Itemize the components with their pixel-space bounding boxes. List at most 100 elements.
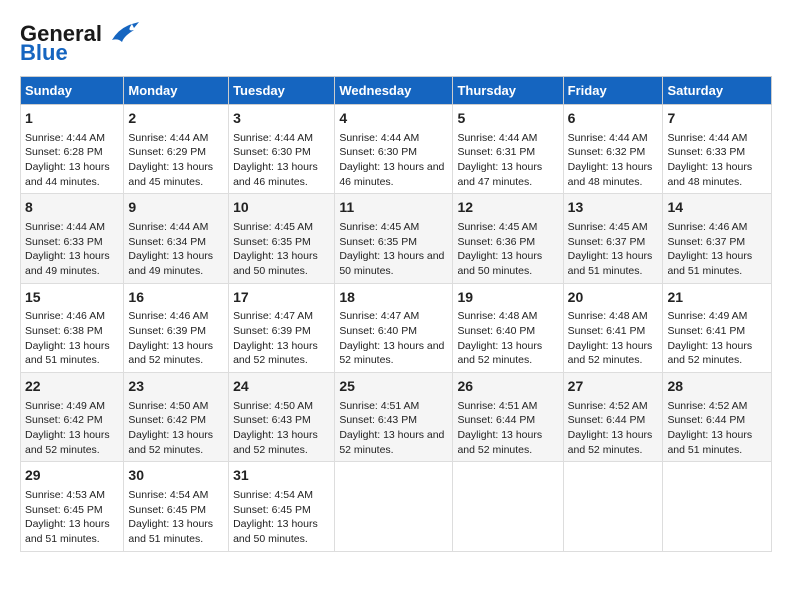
day-number: 29: [25, 466, 119, 486]
calendar-cell: 25Sunrise: 4:51 AMSunset: 6:43 PMDayligh…: [335, 373, 453, 462]
daylight-label: Daylight: 13 hours and 52 minutes.: [128, 429, 213, 456]
calendar-cell: 14 Sunrise: 4:46 AM Sunset: 6:37 PM Dayligh…: [663, 194, 772, 283]
daylight-label: Daylight: 13 hours and 52 minutes.: [233, 429, 318, 456]
calendar-cell: 28Sunrise: 4:52 AMSunset: 6:44 PMDayligh…: [663, 373, 772, 462]
daylight-label: Daylight: 13 hours and 52 minutes.: [339, 429, 444, 456]
sunrise-label: Sunrise: 4:44 AM: [233, 132, 313, 144]
sunrise-label: Sunrise: 4:44 AM: [457, 132, 537, 144]
header-monday: Monday: [124, 77, 229, 105]
sunset-label: Sunset: 6:31 PM: [457, 146, 535, 158]
sunrise-label: Sunrise: 4:54 AM: [128, 489, 208, 501]
sunset-label: Sunset: 6:42 PM: [25, 414, 103, 426]
sunset-label: Sunset: 6:30 PM: [233, 146, 311, 158]
calendar-cell: 22Sunrise: 4:49 AMSunset: 6:42 PMDayligh…: [21, 373, 124, 462]
day-number: 26: [457, 377, 558, 397]
calendar-week-row: 1 Sunrise: 4:44 AM Sunset: 6:28 PM Daylight…: [21, 105, 772, 194]
sunrise-label: Sunrise: 4:48 AM: [457, 310, 537, 322]
calendar-cell: 12Sunrise: 4:45 AMSunset: 6:36 PMDayligh…: [453, 194, 563, 283]
day-number: 30: [128, 466, 224, 486]
daylight-label: Daylight: 13 hours and 52 minutes.: [339, 340, 444, 367]
sunset-label: Sunset: 6:35 PM: [339, 236, 417, 248]
sunset-label: Sunset: 6:45 PM: [128, 504, 206, 516]
sunrise-label: Sunrise: 4:53 AM: [25, 489, 105, 501]
header-tuesday: Tuesday: [229, 77, 335, 105]
sunset-label: Sunset: 6:33 PM: [667, 146, 745, 158]
daylight-label: Daylight: 13 hours and 50 minutes.: [233, 250, 318, 277]
logo-blue: Blue: [20, 40, 68, 66]
day-number: 12: [457, 198, 558, 218]
calendar-cell: 4Sunrise: 4:44 AMSunset: 6:30 PMDaylight…: [335, 105, 453, 194]
day-number: 20: [568, 288, 659, 308]
day-number: 18: [339, 288, 448, 308]
sunset-label: Sunset: 6:30 PM: [339, 146, 417, 158]
day-number: 23: [128, 377, 224, 397]
calendar-week-row: 8Sunrise: 4:44 AMSunset: 6:33 PMDaylight…: [21, 194, 772, 283]
calendar-cell: 18Sunrise: 4:47 AMSunset: 6:40 PMDayligh…: [335, 283, 453, 372]
day-number: 10: [233, 198, 330, 218]
sunrise-label: Sunrise: 4:47 AM: [233, 310, 313, 322]
sunrise-label: Sunrise: 4:46 AM: [25, 310, 105, 322]
day-number: 8: [25, 198, 119, 218]
sunrise-label: Sunrise: 4:51 AM: [339, 400, 419, 412]
calendar-cell: 3Sunrise: 4:44 AMSunset: 6:30 PMDaylight…: [229, 105, 335, 194]
calendar-week-row: 22Sunrise: 4:49 AMSunset: 6:42 PMDayligh…: [21, 373, 772, 462]
sunset-label: Sunset: 6:44 PM: [667, 414, 745, 426]
day-number: 27: [568, 377, 659, 397]
header-thursday: Thursday: [453, 77, 563, 105]
sunset-label: Sunset: 6:28 PM: [25, 146, 103, 158]
sunset-label: Sunset: 6:29 PM: [128, 146, 206, 158]
calendar-cell: 2Sunrise: 4:44 AMSunset: 6:29 PMDaylight…: [124, 105, 229, 194]
calendar-cell: 24Sunrise: 4:50 AMSunset: 6:43 PMDayligh…: [229, 373, 335, 462]
daylight-label: Daylight: 13 hours and 49 minutes.: [25, 250, 110, 277]
sunset-label: Sunset: 6:40 PM: [457, 325, 535, 337]
daylight-label: Daylight: 13 hours and 48 minutes.: [667, 161, 752, 188]
sunrise-label: Sunrise: 4:49 AM: [25, 400, 105, 412]
header-wednesday: Wednesday: [335, 77, 453, 105]
day-number: 1: [25, 109, 119, 129]
calendar-cell: 29Sunrise: 4:53 AMSunset: 6:45 PMDayligh…: [21, 462, 124, 551]
sunrise-label: Sunrise: 4:50 AM: [128, 400, 208, 412]
sunset-label: Sunset: 6:43 PM: [339, 414, 417, 426]
daylight-label: Daylight: 13 hours and 52 minutes.: [128, 340, 213, 367]
sunset-label: Sunset: 6:41 PM: [667, 325, 745, 337]
calendar-cell: 31Sunrise: 4:54 AMSunset: 6:45 PMDayligh…: [229, 462, 335, 551]
calendar-cell: 11Sunrise: 4:45 AMSunset: 6:35 PMDayligh…: [335, 194, 453, 283]
daylight-label: Daylight: 13 hours and 51 minutes.: [667, 250, 752, 277]
logo-bird-icon: [104, 20, 142, 48]
calendar-cell: 5Sunrise: 4:44 AMSunset: 6:31 PMDaylight…: [453, 105, 563, 194]
calendar-cell: [563, 462, 663, 551]
daylight-label: Daylight: 13 hours and 52 minutes.: [667, 340, 752, 367]
calendar-cell: 17Sunrise: 4:47 AMSunset: 6:39 PMDayligh…: [229, 283, 335, 372]
day-number: 17: [233, 288, 330, 308]
sunset-label: Sunset: 6:37 PM: [568, 236, 646, 248]
calendar-cell: 6Sunrise: 4:44 AMSunset: 6:32 PMDaylight…: [563, 105, 663, 194]
sunset-label: Sunset: 6:34 PM: [128, 236, 206, 248]
sunset-label: Sunset: 6:37 PM: [667, 236, 745, 248]
daylight-label: Daylight: 13 hours and 51 minutes.: [568, 250, 653, 277]
daylight-label: Daylight: 13 hours and 50 minutes.: [339, 250, 444, 277]
day-number: 19: [457, 288, 558, 308]
sunrise-label: Sunrise: 4:54 AM: [233, 489, 313, 501]
daylight-label: Daylight: 13 hours and 47 minutes.: [457, 161, 542, 188]
calendar-cell: 7Sunrise: 4:44 AMSunset: 6:33 PMDaylight…: [663, 105, 772, 194]
calendar-cell: 23Sunrise: 4:50 AMSunset: 6:42 PMDayligh…: [124, 373, 229, 462]
day-number: 24: [233, 377, 330, 397]
day-number: 31: [233, 466, 330, 486]
sunrise-label: Sunrise: 4:47 AM: [339, 310, 419, 322]
sunrise-label: Sunrise: 4:44 AM: [128, 132, 208, 144]
day-number: 14: [667, 198, 767, 218]
daylight-label: Daylight: 13 hours and 46 minutes.: [233, 161, 318, 188]
calendar-cell: 10Sunrise: 4:45 AMSunset: 6:35 PMDayligh…: [229, 194, 335, 283]
daylight-label: Daylight: 13 hours and 51 minutes.: [128, 518, 213, 545]
sunrise-label: Sunrise: 4:49 AM: [667, 310, 747, 322]
sunset-label: Sunset: 6:33 PM: [25, 236, 103, 248]
header-sunday: Sunday: [21, 77, 124, 105]
daylight-label: Daylight: 13 hours and 45 minutes.: [128, 161, 213, 188]
sunrise-label: Sunrise: 4:52 AM: [667, 400, 747, 412]
day-number: 13: [568, 198, 659, 218]
calendar-cell: 26Sunrise: 4:51 AMSunset: 6:44 PMDayligh…: [453, 373, 563, 462]
calendar-cell: 19Sunrise: 4:48 AMSunset: 6:40 PMDayligh…: [453, 283, 563, 372]
calendar-cell: 20Sunrise: 4:48 AMSunset: 6:41 PMDayligh…: [563, 283, 663, 372]
sunrise-label: Sunrise: 4:46 AM: [667, 221, 747, 233]
sunrise-label: Sunrise: 4:45 AM: [568, 221, 648, 233]
